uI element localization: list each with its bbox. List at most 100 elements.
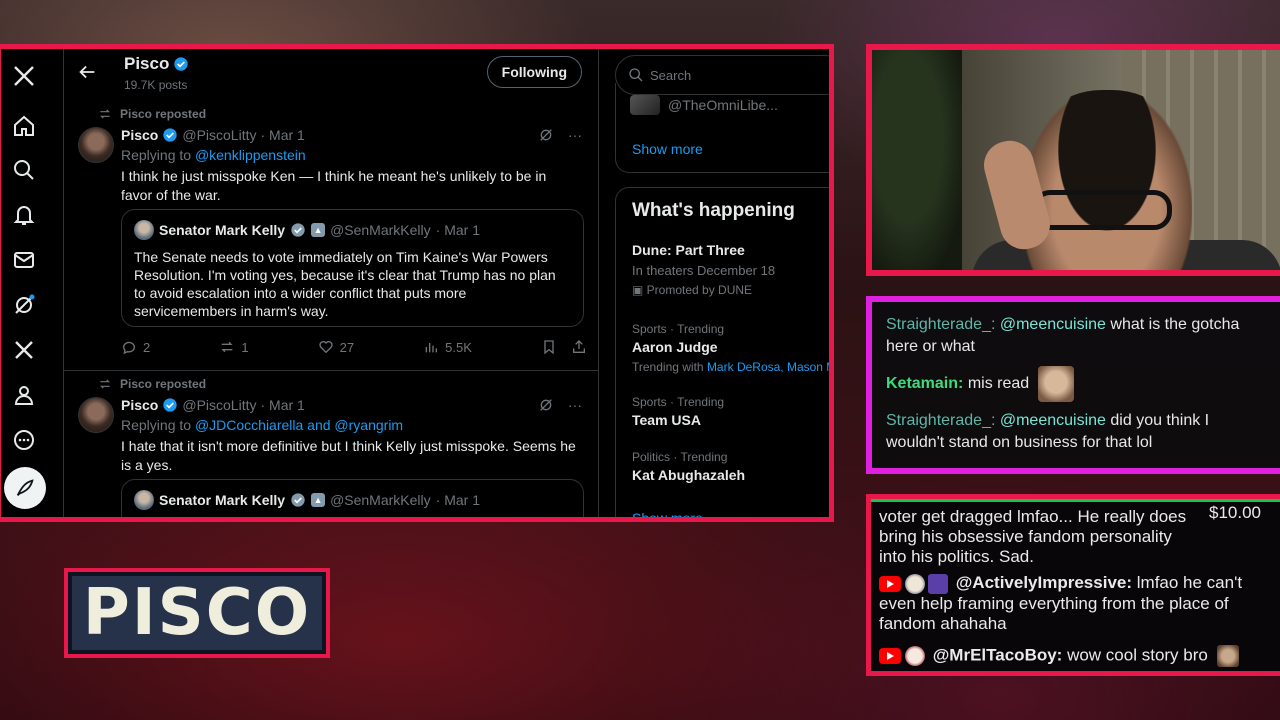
show-more-link[interactable]: Show more — [632, 141, 703, 157]
tweet-top-actions: ··· — [538, 127, 582, 143]
tweet[interactable]: Pisco reposted Pisco @PiscoLitty · Mar 1… — [64, 101, 598, 371]
search-icon[interactable] — [11, 157, 37, 183]
x-premium-icon[interactable] — [11, 337, 37, 363]
repost-icon — [100, 109, 110, 119]
mail-icon[interactable] — [11, 247, 37, 273]
timeline: Pisco 19.7K posts Following Pisco repost… — [63, 49, 599, 517]
following-button[interactable]: Following — [486, 56, 582, 88]
profile-icon[interactable] — [11, 382, 37, 408]
avatar[interactable] — [78, 397, 114, 433]
streamer-logo: PISCO — [64, 568, 330, 658]
like-button[interactable]: 27 — [318, 339, 354, 355]
avatar — [134, 220, 154, 240]
trend-item[interactable]: Sports · Trending Aaron Judge Trending w… — [632, 322, 829, 374]
youtube-chat: voter get dragged lmfao... He really doe… — [866, 494, 1280, 676]
tweet-header: Pisco @PiscoLitty · Mar 1 — [121, 397, 305, 413]
promoted-label: ▣ Promoted by DUNE — [632, 283, 753, 297]
search-icon — [629, 68, 643, 82]
logo-text: PISCO — [82, 576, 312, 650]
tweet[interactable]: Pisco reposted Pisco @PiscoLitty · Mar 1… — [64, 371, 598, 517]
streamer-head — [1022, 90, 1192, 270]
bell-icon[interactable] — [11, 202, 37, 228]
avatar[interactable] — [78, 127, 114, 163]
government-badge-icon: ▲ — [311, 493, 326, 507]
member-badge-icon — [905, 573, 925, 594]
tweet-text: I hate that it isn't more definitive but… — [121, 438, 576, 473]
grok-icon[interactable] — [538, 127, 554, 143]
who-to-follow-card: @TheOmniLibe... Show more — [615, 83, 829, 173]
quoted-tweet[interactable]: Senator Mark Kelly ▲ @SenMarkKelly · Mar… — [121, 209, 584, 327]
trend-item[interactable]: Dune: Part Three In theaters December 18… — [632, 242, 829, 297]
superchat-amount: $10.00 — [1209, 503, 1261, 522]
emote-icon — [1037, 366, 1074, 402]
more-options-icon[interactable]: ··· — [568, 397, 582, 413]
repost-icon — [221, 341, 233, 353]
reply-button[interactable]: 2 — [121, 339, 150, 355]
avatar — [1216, 645, 1239, 667]
member-badge-icon — [905, 646, 925, 666]
chat-message: @MrElTacoBoy: wow cool story bro — [879, 645, 1279, 667]
profile-name: Pisco — [124, 54, 189, 74]
chat-message: Straighterade_: @meencuisine did you thi… — [886, 412, 1210, 451]
avatar — [630, 95, 660, 115]
home-icon[interactable] — [11, 113, 37, 139]
twitter-panel: Pisco 19.7K posts Following Pisco repost… — [0, 44, 834, 522]
repost-button[interactable]: 1 — [219, 339, 249, 355]
more-options-icon[interactable]: ··· — [568, 127, 582, 143]
views-button[interactable]: 5.5K — [423, 339, 472, 355]
whats-happening-title: What's happening — [632, 200, 795, 221]
chat-message: Ketamain: mis read — [886, 366, 1266, 402]
youtube-icon — [879, 575, 901, 592]
quoted-tweet[interactable]: Senator Mark Kelly ▲ @SenMarkKelly · Mar… — [121, 479, 584, 517]
back-arrow-icon[interactable] — [76, 61, 98, 83]
streamer-glasses — [1032, 190, 1172, 230]
trend-item[interactable]: Politics · Trending Kat Abughazaleh — [632, 450, 829, 483]
compose-button[interactable] — [4, 467, 46, 509]
heart-icon — [319, 341, 333, 354]
feather-icon — [16, 479, 34, 496]
posts-count: 19.7K posts — [124, 78, 188, 92]
youtube-icon — [879, 648, 901, 664]
quoted-tweet-header: Senator Mark Kelly ▲ @SenMarkKelly · Mar… — [134, 220, 571, 240]
verified-badge-icon — [291, 493, 305, 507]
repost-indicator: Pisco reposted — [98, 377, 206, 391]
grok-icon[interactable] — [538, 397, 554, 413]
quoted-tweet-header: Senator Mark Kelly ▲ @SenMarkKelly · Mar… — [134, 490, 571, 510]
background-plant — [872, 50, 962, 270]
chat-message: Straighterade_: @meencuisine what is the… — [886, 316, 1240, 355]
superchat-text: voter get dragged lmfao... He really doe… — [879, 507, 1187, 566]
show-more-link[interactable]: Show more — [632, 510, 703, 517]
verified-badge-icon — [291, 223, 305, 237]
verified-badge-icon — [163, 398, 178, 412]
repost-indicator: Pisco reposted — [98, 107, 206, 121]
logo-plate: PISCO — [72, 576, 322, 650]
verified-badge-icon — [163, 128, 178, 142]
replying-to: Replying to @kenklippenstein — [121, 147, 306, 163]
views-chart-icon — [425, 343, 438, 353]
crown-badge-icon — [928, 573, 948, 594]
quoted-tweet-text: The Senate needs to vote immediately on … — [134, 249, 556, 319]
tweet-actions: 2 1 27 5.5K — [121, 339, 587, 355]
more-icon[interactable] — [11, 427, 37, 453]
reply-icon — [123, 341, 135, 355]
trend-item[interactable]: Sports · Trending Team USA — [632, 395, 829, 428]
government-badge-icon: ▲ — [311, 223, 326, 237]
right-sidebar: Search @TheOmniLibe... Show more What's … — [607, 49, 829, 517]
avatar — [134, 490, 154, 510]
x-logo-icon[interactable] — [11, 63, 37, 89]
grok-icon[interactable] — [11, 292, 37, 318]
profile-header: Pisco 19.7K posts Following — [64, 49, 598, 101]
share-icon[interactable] — [571, 339, 587, 355]
whats-happening-card: What's happening Dune: Part Three In the… — [615, 187, 829, 517]
tweet-extra-actions — [541, 339, 587, 355]
tweet-header: Pisco @PiscoLitty · Mar 1 — [121, 127, 305, 143]
repost-icon — [100, 379, 110, 389]
tweet-top-actions: ··· — [538, 397, 582, 413]
replying-to: Replying to @JDCocchiarella and @ryangri… — [121, 417, 404, 433]
left-nav — [1, 49, 57, 517]
verified-badge-icon — [174, 57, 189, 71]
bookmark-icon[interactable] — [541, 339, 557, 355]
suggested-account[interactable]: @TheOmniLibe... — [630, 95, 778, 115]
tweet-text: I think he just misspoke Ken — I think h… — [121, 168, 547, 203]
chat-message: @ActivelyImpressive: lmfao he can't even… — [879, 573, 1243, 633]
